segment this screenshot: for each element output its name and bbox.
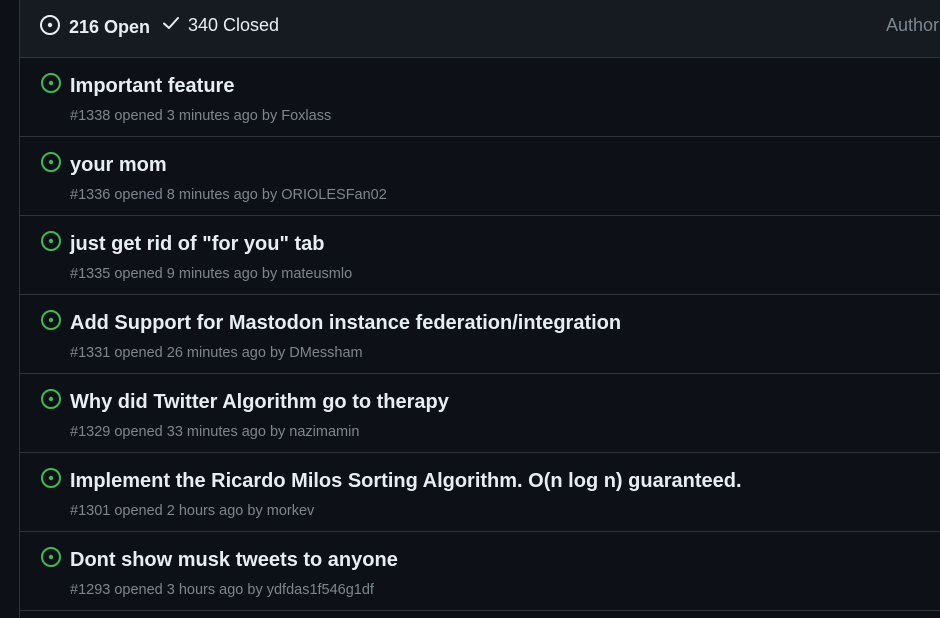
issue-meta: #1329 opened 33 minutes ago by nazimamin bbox=[70, 424, 359, 440]
issue-opened-text: opened 9 minutes ago by bbox=[114, 266, 278, 282]
open-issues-tab[interactable]: 216 Open bbox=[39, 14, 150, 41]
issue-number: #1329 bbox=[70, 424, 111, 440]
issue-meta: #1336 opened 8 minutes ago by ORIOLESFan… bbox=[70, 187, 387, 203]
issue-author-link[interactable]: morkev bbox=[267, 503, 315, 519]
issue-meta: #1338 opened 3 minutes ago by Foxlass bbox=[70, 108, 331, 124]
issue-author-link[interactable]: nazimamin bbox=[289, 424, 359, 440]
issues-list-header: 216 Open 340 Closed Author bbox=[20, 0, 940, 58]
closed-count-label: 340 Closed bbox=[188, 15, 280, 35]
issue-title-link[interactable]: Implement the Ricardo Milos Sorting Algo… bbox=[70, 470, 742, 493]
issue-opened-icon bbox=[40, 546, 62, 568]
issue-row[interactable]: Why did Twitter Algorithm go to therapy … bbox=[20, 374, 940, 453]
issue-opened-text: opened 2 hours ago by bbox=[114, 503, 263, 519]
issue-number: #1338 bbox=[70, 108, 111, 124]
issue-number: #1331 bbox=[70, 345, 111, 361]
issue-title-link[interactable]: your mom bbox=[70, 154, 167, 177]
issue-title-link[interactable]: Dont show musk tweets to anyone bbox=[70, 549, 398, 572]
open-count-label: 216 Open bbox=[69, 17, 151, 37]
issue-author-link[interactable]: DMessham bbox=[289, 345, 362, 361]
issue-row[interactable]: Implement the Ricardo Milos Sorting Algo… bbox=[20, 453, 940, 532]
issue-opened-icon bbox=[40, 230, 62, 252]
issue-row[interactable]: your mom #1336 opened 8 minutes ago by O… bbox=[20, 137, 940, 216]
issue-number: #1293 bbox=[70, 582, 111, 598]
author-filter-dropdown[interactable]: Author bbox=[886, 15, 939, 36]
issue-author-link[interactable]: mateusmlo bbox=[281, 266, 352, 282]
issue-meta: #1331 opened 26 minutes ago by DMessham bbox=[70, 345, 363, 361]
issue-author-link[interactable]: ORIOLESFan02 bbox=[281, 187, 387, 203]
issue-opened-text: opened 26 minutes ago by bbox=[114, 345, 286, 361]
issue-row[interactable]: Add Support for Mastodon instance federa… bbox=[20, 295, 940, 374]
issue-opened-icon bbox=[40, 72, 62, 94]
issue-number: #1336 bbox=[70, 187, 111, 203]
issue-title-link[interactable]: Why did Twitter Algorithm go to therapy bbox=[70, 391, 449, 414]
issue-meta: #1335 opened 9 minutes ago by mateusmlo bbox=[70, 266, 352, 282]
issue-opened-text: opened 3 hours ago by bbox=[114, 582, 263, 598]
issue-title-link[interactable]: Add Support for Mastodon instance federa… bbox=[70, 312, 621, 335]
issue-opened-icon bbox=[40, 388, 62, 410]
issue-row[interactable]: Important feature #1338 opened 3 minutes… bbox=[20, 58, 940, 137]
issues-list-box: 216 Open 340 Closed Author Important fea… bbox=[19, 0, 940, 618]
issue-opened-icon bbox=[40, 151, 62, 173]
issue-title-link[interactable]: just get rid of "for you" tab bbox=[70, 233, 325, 256]
issue-row[interactable]: Dont show musk tweets to anyone #1293 op… bbox=[20, 532, 940, 611]
issue-number: #1335 bbox=[70, 266, 111, 282]
issue-opened-text: opened 8 minutes ago by bbox=[114, 187, 278, 203]
issue-meta: #1301 opened 2 hours ago by morkev bbox=[70, 503, 314, 519]
issue-opened-icon bbox=[39, 14, 69, 41]
issue-author-link[interactable]: ydfdas1f546g1df bbox=[267, 582, 374, 598]
issue-number: #1301 bbox=[70, 503, 111, 519]
issues-list: Important feature #1338 opened 3 minutes… bbox=[20, 58, 940, 611]
issue-row[interactable]: just get rid of "for you" tab #1335 open… bbox=[20, 216, 940, 295]
check-icon bbox=[162, 14, 188, 37]
issue-opened-icon bbox=[40, 467, 62, 489]
issue-opened-icon bbox=[40, 309, 62, 331]
issue-title-link[interactable]: Important feature bbox=[70, 75, 234, 98]
issue-author-link[interactable]: Foxlass bbox=[281, 108, 331, 124]
author-filter-label: Author bbox=[886, 15, 940, 35]
closed-issues-tab[interactable]: 340 Closed bbox=[162, 14, 279, 37]
issue-opened-text: opened 3 minutes ago by bbox=[114, 108, 278, 124]
issue-opened-text: opened 33 minutes ago by bbox=[114, 424, 286, 440]
issue-meta: #1293 opened 3 hours ago by ydfdas1f546g… bbox=[70, 582, 374, 598]
